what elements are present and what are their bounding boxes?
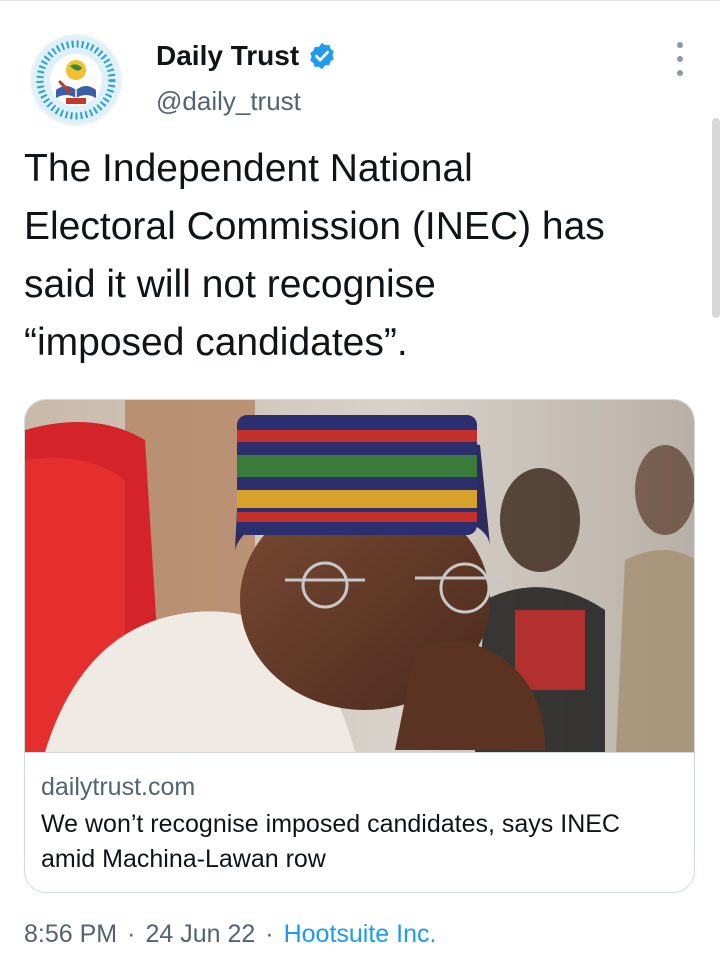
link-preview-card[interactable]: dailytrust.com We won’t recognise impose… xyxy=(24,399,695,893)
tweet-source-link[interactable]: Hootsuite Inc. xyxy=(284,920,437,949)
author-name-row[interactable]: Daily Trust xyxy=(156,40,337,72)
scrollbar[interactable] xyxy=(712,118,720,318)
tweet-metadata: 8:56 PM · 24 Jun 22 · Hootsuite Inc. xyxy=(24,920,436,949)
more-dot-icon xyxy=(677,70,683,76)
author-display-name[interactable]: Daily Trust xyxy=(156,40,299,72)
card-title: We won’t recognise imposed candidates, s… xyxy=(41,810,620,873)
more-dot-icon xyxy=(677,56,683,62)
author-avatar[interactable] xyxy=(30,34,122,126)
verified-badge-icon xyxy=(310,42,334,70)
meta-separator: · xyxy=(265,920,274,948)
author-handle[interactable]: @daily_trust xyxy=(156,86,301,117)
tweet-date[interactable]: 24 Jun 22 xyxy=(145,920,255,949)
card-body[interactable]: dailytrust.com We won’t recognise impose… xyxy=(25,752,694,892)
daily-trust-logo-icon xyxy=(32,36,120,124)
tweet-time[interactable]: 8:56 PM xyxy=(24,920,117,949)
more-dot-icon xyxy=(677,42,683,48)
meta-separator: · xyxy=(127,920,136,948)
card-image[interactable] xyxy=(25,400,695,752)
tweet-text: The Independent National Electoral Commi… xyxy=(24,147,605,364)
top-divider xyxy=(0,0,720,1)
more-options-button[interactable] xyxy=(668,42,692,76)
card-domain: dailytrust.com xyxy=(41,773,196,801)
